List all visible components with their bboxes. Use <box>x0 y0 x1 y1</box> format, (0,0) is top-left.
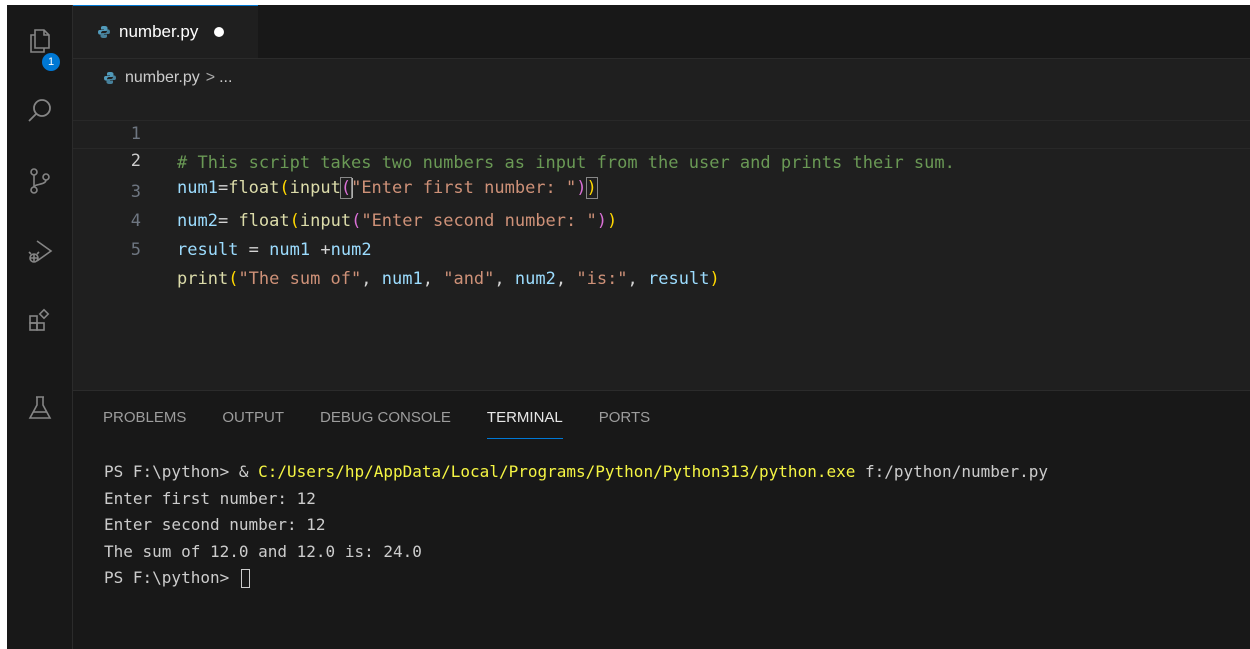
activity-bar: 1 <box>7 5 73 649</box>
terminal-cursor <box>240 569 250 588</box>
explorer-badge: 1 <box>42 53 60 71</box>
explorer-icon[interactable]: 1 <box>7 13 72 71</box>
terminal-output-line: Enter first number: 12 <box>104 488 316 508</box>
code-line: 2 num1=float(input("Enter first number: … <box>73 120 1250 199</box>
extensions-icon[interactable] <box>7 293 72 349</box>
vscode-window: 1 number.py number.py > ... 1 # This scr… <box>7 5 1250 649</box>
breadcrumb: number.py > ... <box>103 66 232 90</box>
breadcrumb-more[interactable]: ... <box>219 69 232 87</box>
code-line: 3 num2= float(input("Enter second number… <box>73 149 1250 231</box>
tab-terminal[interactable]: TERMINAL <box>486 409 563 439</box>
python-file-icon <box>104 72 116 84</box>
testing-icon[interactable] <box>7 380 72 436</box>
code-editor[interactable]: 1 # This script takes two numbers as inp… <box>73 91 1250 391</box>
terminal-output-line: The sum of 12.0 and 12.0 is: 24.0 <box>104 541 422 561</box>
terminal-python-path: C:/Users/hp/AppData/Local/Programs/Pytho… <box>258 462 856 481</box>
panel-tabs: PROBLEMS OUTPUT DEBUG CONSOLE TERMINAL P… <box>103 409 686 439</box>
unsaved-dot-icon[interactable] <box>214 27 225 37</box>
terminal-call-operator: & <box>238 462 259 481</box>
code-line: 1 # This script takes two numbers as inp… <box>73 91 1250 173</box>
python-file-icon <box>98 26 110 38</box>
terminal-prompt: PS F:\python> <box>104 462 239 481</box>
run-debug-icon[interactable] <box>7 223 72 279</box>
tab-output[interactable]: OUTPUT <box>222 409 284 439</box>
line-number: 5 <box>130 240 141 260</box>
tab-label: number.py <box>119 22 199 41</box>
code-line: 5 print("The sum of", num1, "and", num2,… <box>73 207 1250 289</box>
code-text: result = num1 +num2 <box>177 240 372 260</box>
code-line: 4 result = num1 +num2 <box>73 178 1250 260</box>
source-control-icon[interactable] <box>7 153 72 209</box>
chevron-right-icon: > <box>205 69 216 86</box>
breadcrumb-file[interactable]: number.py <box>125 69 200 87</box>
terminal-script-arg: f:/python/number.py <box>855 462 1049 481</box>
bottom-panel: PROBLEMS OUTPUT DEBUG CONSOLE TERMINAL P… <box>73 390 1250 649</box>
terminal[interactable]: PS F:\python> & C:/Users/hp/AppData/Loca… <box>104 459 1250 592</box>
tab-debug-console[interactable]: DEBUG CONSOLE <box>320 409 451 439</box>
terminal-output-line: Enter second number: 12 <box>104 515 326 534</box>
tab-problems[interactable]: PROBLEMS <box>103 409 186 439</box>
editor-tabs: number.py <box>73 5 1250 59</box>
search-icon[interactable] <box>7 83 72 139</box>
tab-number-py[interactable]: number.py <box>73 5 258 58</box>
terminal-prompt-line: PS F:\python> <box>104 565 1250 592</box>
code-text: print("The sum of", num1, "and", num2, "… <box>177 269 720 289</box>
terminal-command-line: PS F:\python> & C:/Users/hp/AppData/Loca… <box>104 459 1250 486</box>
terminal-prompt: PS F:\python> <box>104 568 239 587</box>
tab-ports[interactable]: PORTS <box>599 409 650 439</box>
